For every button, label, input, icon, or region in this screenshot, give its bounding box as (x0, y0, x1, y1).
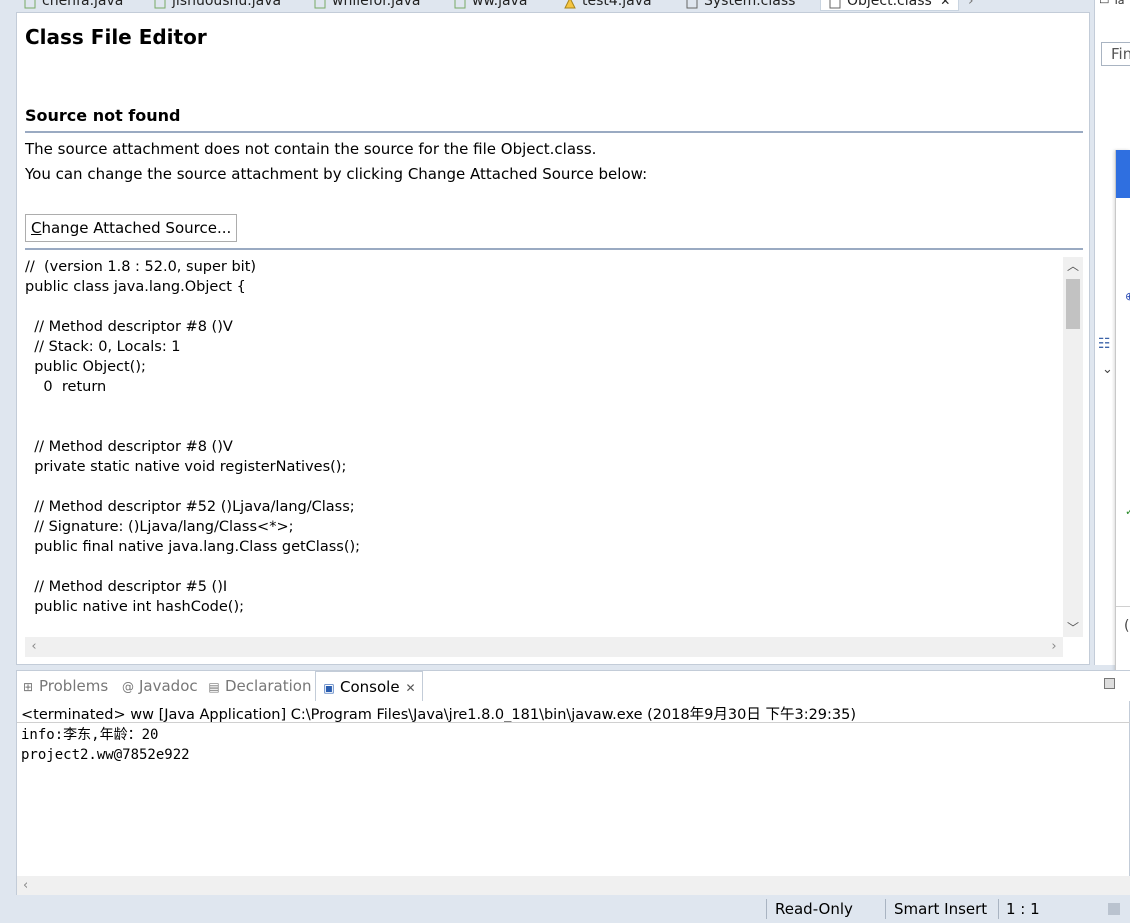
tab-problems[interactable]: ⊞ Problems (21, 671, 108, 701)
code-line: // Signature: ()Ljava/lang/Class<*>; (25, 519, 294, 535)
close-icon[interactable]: ✕ (406, 681, 416, 695)
tab-whilefor[interactable]: whilefor.java (314, 0, 420, 11)
change-attached-source-button[interactable]: Change Attached Source... (25, 214, 238, 242)
tab-overflow-chevron-icon[interactable]: › (968, 0, 974, 11)
code-line: // Method descriptor #8 ()V (25, 439, 233, 455)
console-output[interactable]: info:李东,年龄：20 project2.ww@7852e922 (21, 725, 190, 765)
editor-title: Class File Editor (25, 25, 207, 49)
tab-javadoc[interactable]: @ Javadoc (121, 671, 198, 701)
editor-subtitle: Source not found (25, 106, 181, 125)
console-terminated-line: <terminated> ww [Java Application] C:\Pr… (21, 707, 857, 723)
source-message-2: You can change the source attachment by … (25, 165, 648, 183)
scroll-left-icon[interactable]: ‹ (25, 637, 43, 657)
scroll-thumb[interactable] (1066, 279, 1080, 329)
code-line: public class java.lang.Object { (25, 279, 246, 295)
code-line: private static native void registerNativ… (25, 459, 347, 475)
code-line: // Stack: 0, Locals: 1 (25, 339, 181, 355)
divider (885, 899, 886, 919)
editor-tab-bar: chenfa.java jishuoushu.java whilefor.jav… (16, 0, 1090, 12)
code-line: public Object(); (25, 359, 146, 375)
divider (1116, 606, 1130, 607)
status-icon: ✓ (1125, 505, 1130, 518)
class-file-editor: Class File Editor Source not found The s… (16, 12, 1090, 665)
source-message-1: The source attachment does not contain t… (25, 140, 597, 158)
status-read-only: Read-Only (775, 900, 853, 918)
divider (998, 899, 999, 919)
link-icon: ⊕ (1125, 290, 1130, 303)
horizontal-scrollbar[interactable]: ‹ › (25, 637, 1063, 657)
selected-row[interactable] (1116, 150, 1130, 198)
scroll-left-icon[interactable]: ‹ (23, 876, 28, 896)
console-output-line: info:李东,年龄：20 (21, 727, 159, 743)
bottom-tab-bar: ⊞ Problems @ Javadoc ▤ Declaration ▣ Console… (17, 671, 1130, 701)
find-input[interactable]: Fin (1101, 42, 1130, 66)
console-output-line: project2.ww@7852e922 (21, 747, 190, 763)
bracket-icon: ( (1124, 618, 1130, 634)
status-bar: Read-Only Smart Insert 1 : 1 (0, 895, 1130, 923)
resize-grip-icon[interactable] (1108, 903, 1120, 915)
divider (25, 248, 1083, 250)
outline-icon[interactable]: ☷ (1098, 336, 1111, 352)
horizontal-scrollbar[interactable]: ‹ (17, 876, 1130, 896)
console-icon: ▣ (323, 681, 335, 695)
scroll-down-icon[interactable]: ﹀ (1063, 619, 1083, 637)
code-line: // (version 1.8 : 52.0, super bit) (25, 259, 257, 275)
code-line: public native int hashCode(); (25, 599, 245, 615)
task-list-icon[interactable]: ▭ Ta (1099, 0, 1125, 7)
tab-object-class[interactable]: Object.class ✕ (820, 0, 960, 11)
tab-declaration[interactable]: ▤ Declaration (207, 671, 311, 701)
divider (766, 899, 767, 919)
java-file-icon (24, 0, 36, 9)
vertical-scrollbar[interactable]: ︿ ﹀ (1063, 257, 1083, 637)
code-line: public final native java.lang.Class getC… (25, 539, 361, 555)
status-cursor-position: 1 : 1 (1006, 900, 1040, 918)
tab-ww[interactable]: ww.java (454, 0, 527, 11)
tab-jishuoushu[interactable]: jishuoushu.java (154, 0, 281, 11)
java-file-icon (314, 0, 326, 9)
code-line: // Method descriptor #8 ()V (25, 319, 233, 335)
divider (17, 722, 1130, 723)
class-file-icon (829, 0, 841, 9)
chevron-down-icon[interactable]: ⌄ (1102, 362, 1113, 377)
tab-test4[interactable]: test4.java (564, 0, 652, 11)
scroll-up-icon[interactable]: ︿ (1063, 257, 1083, 275)
tab-console[interactable]: ▣ Console ✕ (315, 671, 423, 701)
code-line: // Method descriptor #5 ()I (25, 579, 228, 595)
console-panel: ⊞ Problems @ Javadoc ▤ Declaration ▣ Console… (16, 670, 1130, 896)
problems-icon: ⊞ (22, 680, 34, 694)
class-file-icon (686, 0, 698, 9)
close-icon[interactable]: ✕ (940, 0, 950, 8)
disassembled-code[interactable]: // (version 1.8 : 52.0, super bit) public… (25, 257, 1063, 637)
scroll-right-icon[interactable]: › (1045, 637, 1063, 657)
status-insert-mode: Smart Insert (894, 900, 988, 918)
tab-system-class[interactable]: System.class (686, 0, 795, 11)
minimize-icon[interactable] (1104, 678, 1115, 689)
code-line: 0 return (25, 379, 107, 395)
declaration-icon: ▤ (208, 680, 220, 694)
code-line: // Method descriptor #52 ()Ljava/lang/Cl… (25, 499, 355, 515)
tab-chenfa[interactable]: chenfa.java (24, 0, 123, 11)
javadoc-icon: @ (122, 680, 134, 694)
java-file-icon (154, 0, 166, 9)
java-file-icon (454, 0, 466, 9)
divider (25, 131, 1083, 133)
java-file-warning-icon (564, 0, 576, 9)
